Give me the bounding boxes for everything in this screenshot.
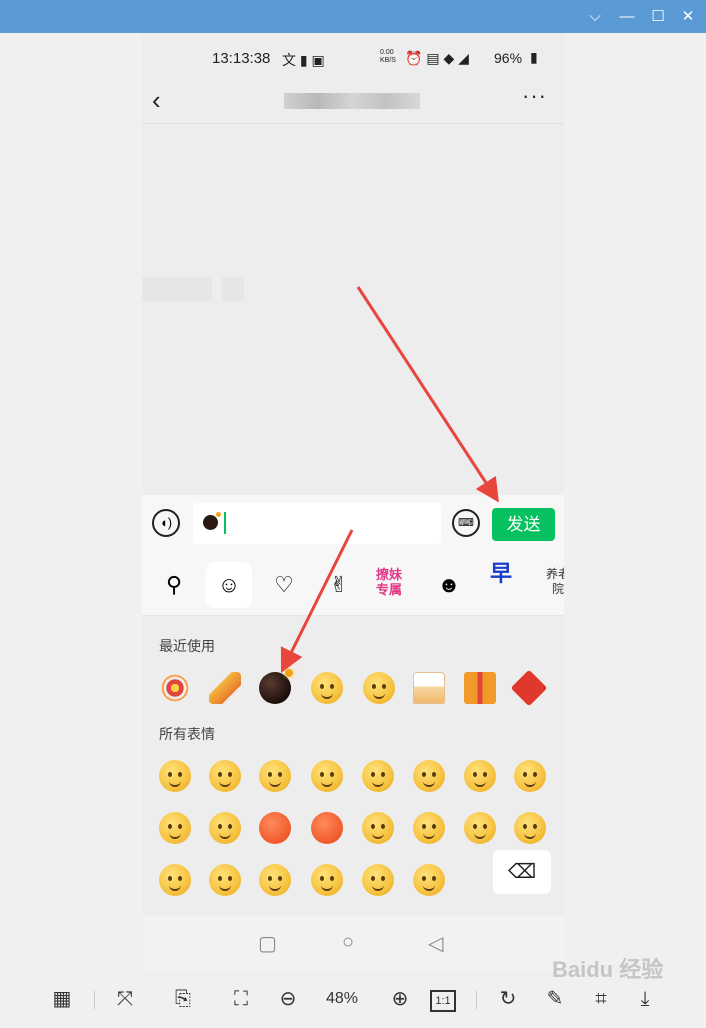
annotation-arrows [280,286,499,674]
zoom-level: 48% [326,990,359,1007]
edit-icon[interactable]: ✎ [540,986,570,1012]
zoom-in-icon[interactable]: ⊕ [385,986,415,1012]
watermark: Baidu 经验 [552,957,664,982]
download-icon[interactable]: ⤓ [630,986,660,1012]
actual-size-icon[interactable]: 1:1 [430,990,456,1012]
toolbar-separator [476,991,477,1009]
zoom-out-icon[interactable]: ⊖ [273,986,303,1012]
layout-icon[interactable]: ▦ [47,986,77,1012]
ocr-icon[interactable]: ⎘ [168,986,198,1012]
arrow-to-bomb [280,529,354,674]
fullscreen-icon[interactable]: ⛶ [226,986,256,1012]
rotate-icon[interactable]: ↻ [493,986,523,1012]
crop-icon[interactable]: ⌗ [586,986,616,1012]
toolbar-separator [94,991,95,1009]
arrow-to-send [356,286,499,503]
fit-width-icon[interactable]: ⤧ [110,986,140,1012]
